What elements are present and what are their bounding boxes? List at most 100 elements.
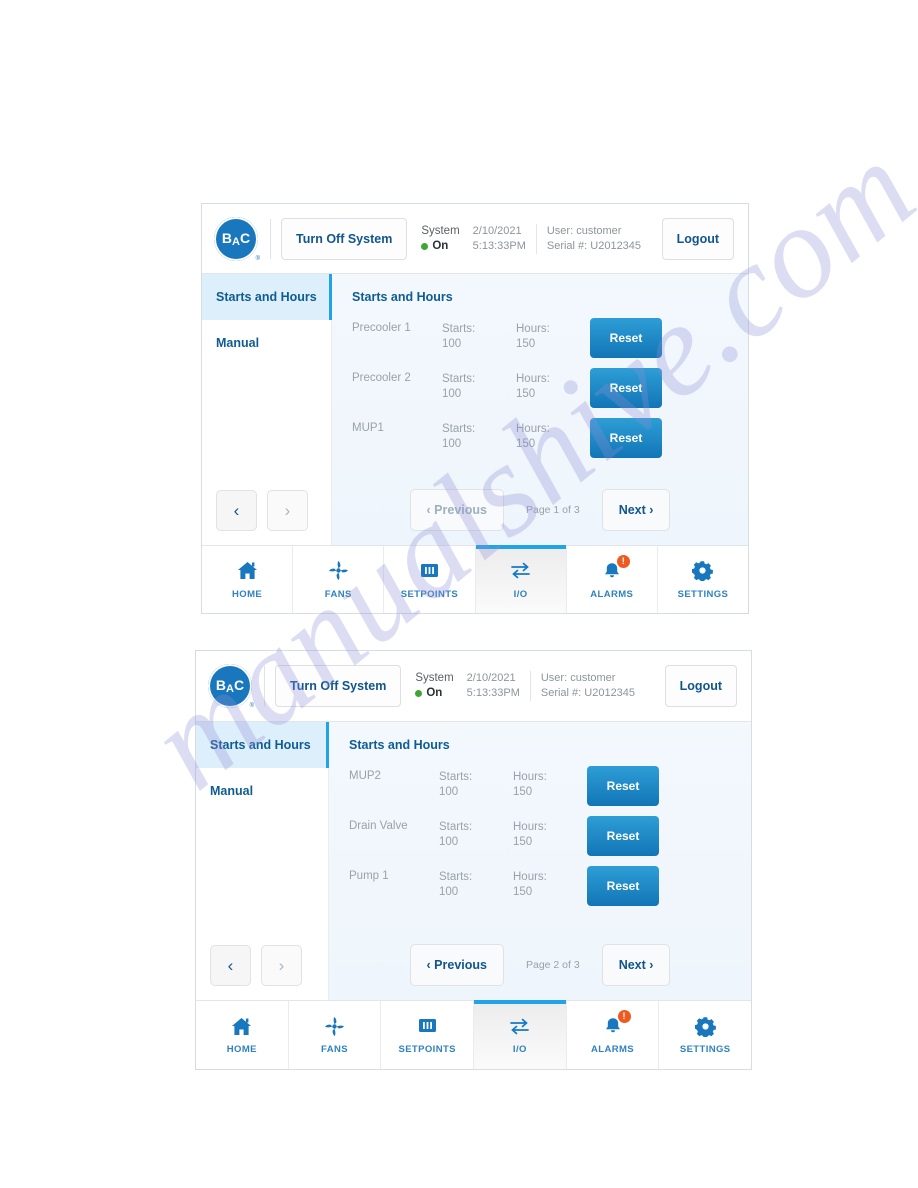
content-title: Starts and Hours [352,290,453,304]
user-text: User: customer [540,672,616,684]
nav-item-alarms[interactable]: ! ALARMS [566,546,658,613]
serial-text: Serial #: U2012345 [546,239,642,252]
bac-logo: BAC ® [208,664,254,709]
nav-item-fans[interactable]: FANS [288,1001,382,1069]
reset-button[interactable]: Reset [587,766,659,806]
content-area: Starts and Hours MUP2 Starts: 100 Hours:… [329,722,751,1000]
turn-off-system-button[interactable]: Turn Off System [281,217,408,260]
row-device-name: Drain Valve [349,820,408,832]
bell-icon: ! [603,1010,631,1037]
row-starts: Starts: 100 [442,323,476,350]
panel-body: Starts and Hours Manual ‹ › Starts and H… [202,274,748,545]
logout-button[interactable]: Logout [661,217,734,260]
table-row: Precooler 1 Starts: 100 Hours: 150 Reset [352,318,748,368]
gear-icon [692,560,714,582]
chevron-left-icon[interactable]: ‹ [216,490,257,531]
registered-mark-icon: ® [255,255,260,262]
row-hours: Hours: 150 [516,323,550,350]
nav-item-home[interactable]: HOME [196,1001,289,1069]
table-row: Precooler 2 Starts: 100 Hours: 150 Reset [352,368,748,418]
row-starts: Starts: 100 [439,821,473,848]
fan-icon [324,1015,345,1037]
system-status-value: On [421,239,459,254]
bottom-navigation: HOME FANS SETPOINTS I/O ! ALARMS SETTING… [196,1000,752,1069]
nav-label: SETPOINTS [400,588,459,600]
previous-page-button[interactable]: ‹ Previous [409,489,504,531]
row-starts: Starts: 100 [442,373,476,400]
turn-off-system-button[interactable]: Turn Off System [275,665,402,707]
row-device-name: Precooler 2 [352,372,411,384]
header-divider-2 [529,671,531,701]
system-status: System On [415,671,454,701]
nav-item-io[interactable]: I/O [475,545,567,613]
row-hours: Hours: 150 [513,771,547,798]
nav-label: FANS [324,588,352,600]
sidebar-nav-buttons: ‹ › [196,945,328,1000]
nav-item-settings[interactable]: SETTINGS [659,1001,752,1069]
sidebar-item-manual[interactable]: Manual [202,320,331,366]
reset-button[interactable]: Reset [587,866,659,906]
nav-label: ALARMS [591,1044,635,1055]
datetime-block: 2/10/2021 5:13:33PM [467,671,520,701]
content-area: Starts and Hours Precooler 1 Starts: 100… [332,274,748,545]
nav-item-fans[interactable]: FANS [293,546,385,613]
header-divider-2 [535,223,537,254]
user-block: User: customer Serial #: U2012345 [541,671,635,701]
nav-label: HOME [226,1044,257,1055]
bac-logo: BAC ® [214,216,260,262]
table-row: MUP1 Starts: 100 Hours: 150 Reset [352,418,748,468]
time-text: 5:13:33PM [466,687,520,699]
alarm-badge: ! [617,1010,631,1023]
row-device-name: MUP2 [349,770,381,782]
sidebar-nav-buttons: ‹ › [202,490,331,545]
nav-label: FANS [321,1044,348,1055]
app-header: BAC ® Turn Off System System On 2/10/202… [202,204,748,274]
nav-label: I/O [512,1044,527,1055]
sliders-icon [420,560,439,582]
next-page-button[interactable]: Next › [601,489,671,531]
previous-page-button[interactable]: ‹ Previous [409,944,504,986]
sidebar-item-starts-and-hours[interactable]: Starts and Hours [202,274,332,320]
nav-item-setpoints[interactable]: SETPOINTS [381,1001,475,1069]
reset-button[interactable]: Reset [587,816,659,856]
sidebar: Starts and Hours Manual ‹ › [202,274,332,545]
datetime-block: 2/10/2021 5:13:33PM [473,224,526,254]
header-divider [264,666,265,706]
reset-button[interactable]: Reset [590,318,662,358]
nav-label: HOME [232,588,263,600]
sliders-icon [418,1015,437,1037]
gear-icon [694,1015,716,1037]
registered-mark-icon: ® [249,703,254,709]
chevron-left-icon[interactable]: ‹ [210,945,251,986]
row-device-name: Pump 1 [349,870,389,882]
house-icon [237,560,258,582]
chevron-right-icon[interactable]: › [261,945,302,986]
panel-body: Starts and Hours Manual ‹ › Starts and H… [196,722,751,1000]
row-device-name: MUP1 [352,422,384,434]
nav-item-setpoints[interactable]: SETPOINTS [384,546,476,613]
nav-label: SETTINGS [677,588,729,600]
nav-item-settings[interactable]: SETTINGS [657,546,749,613]
nav-label: I/O [513,588,528,600]
sidebar-item-manual[interactable]: Manual [196,768,328,814]
screenshot-panel-1: BAC ® Turn Off System System On 2/10/202… [201,203,749,614]
logout-button[interactable]: Logout [664,665,737,707]
nav-label: ALARMS [590,588,634,600]
nav-item-home[interactable]: HOME [202,546,294,613]
reset-button[interactable]: Reset [590,418,662,458]
app-header: BAC ® Turn Off System System On 2/10/202… [196,651,751,722]
nav-item-alarms[interactable]: ! ALARMS [566,1001,660,1069]
status-dot-icon [415,690,423,697]
row-hours: Hours: 150 [516,373,550,400]
next-page-button[interactable]: Next › [601,944,671,986]
nav-item-io[interactable]: I/O [474,1000,567,1069]
row-hours: Hours: 150 [516,423,550,450]
row-hours: Hours: 150 [513,871,547,898]
sidebar-item-starts-and-hours[interactable]: Starts and Hours [196,722,329,768]
reset-button[interactable]: Reset [590,368,662,408]
chevron-right-icon[interactable]: › [267,490,308,531]
document-page: BAC ® Turn Off System System On 2/10/202… [0,0,918,1188]
user-block: User: customer Serial #: U2012345 [547,224,641,254]
